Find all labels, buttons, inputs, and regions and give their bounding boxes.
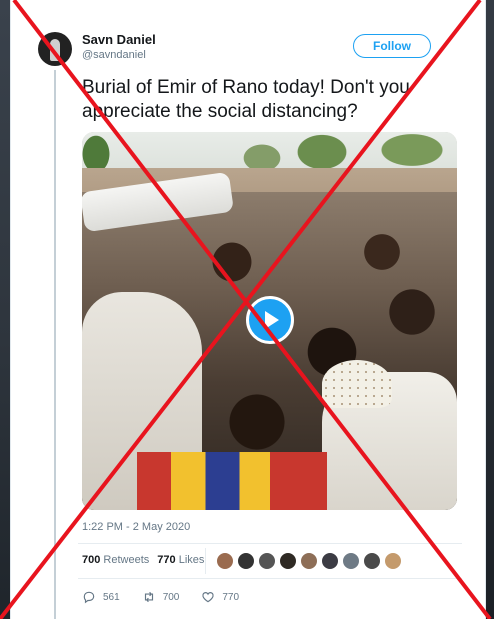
liker-avatar[interactable] [237,552,255,570]
liker-avatar[interactable] [279,552,297,570]
avatar-figure [50,39,60,61]
like-count: 770 [222,591,240,603]
video-shirt [137,452,327,510]
timestamp[interactable]: 1:22 PM - 2 May 2020 [82,521,190,533]
liker-avatar[interactable] [300,552,318,570]
likes-count: 770 [157,554,176,566]
liker-avatar[interactable] [384,552,402,570]
handle[interactable]: @savndaniel [82,49,146,61]
divider [78,543,462,544]
liker-avatar[interactable] [321,552,339,570]
liker-avatar[interactable] [216,552,234,570]
thread-line [54,70,56,619]
reply-count: 561 [103,591,120,603]
tweet-text: Burial of Emir of Rano today! Don't you … [82,77,410,122]
stats-separator [205,548,206,574]
liker-avatar[interactable] [258,552,276,570]
divider [78,578,462,579]
avatar[interactable] [38,32,72,66]
retweet-count: 700 [162,591,180,603]
retweet-icon [144,591,153,603]
play-icon [265,311,279,329]
reply-button[interactable]: 561 [82,590,120,604]
liker-avatars [216,552,402,570]
liker-avatar[interactable] [342,552,360,570]
likes-label: Likes [178,554,205,566]
like-icon [202,592,215,603]
video-player[interactable] [82,132,457,510]
display-name[interactable]: Savn Daniel [82,32,156,47]
retweet-button[interactable]: 700 [142,590,180,604]
like-button[interactable]: 770 [201,590,239,604]
video-cap [322,360,392,408]
reply-icon [83,591,95,604]
engagement-stats: 700 Retweets 770 Likes [82,554,204,566]
play-button[interactable] [246,296,294,344]
retweets-label: Retweets [103,554,150,566]
action-bar: 561 700 770 [82,590,261,604]
retweets-stat[interactable]: 700 Retweets [82,554,149,566]
liker-avatar[interactable] [363,552,381,570]
likes-stat[interactable]: 770 Likes [157,554,204,566]
follow-button[interactable]: Follow [353,34,431,58]
retweets-count: 700 [82,554,101,566]
